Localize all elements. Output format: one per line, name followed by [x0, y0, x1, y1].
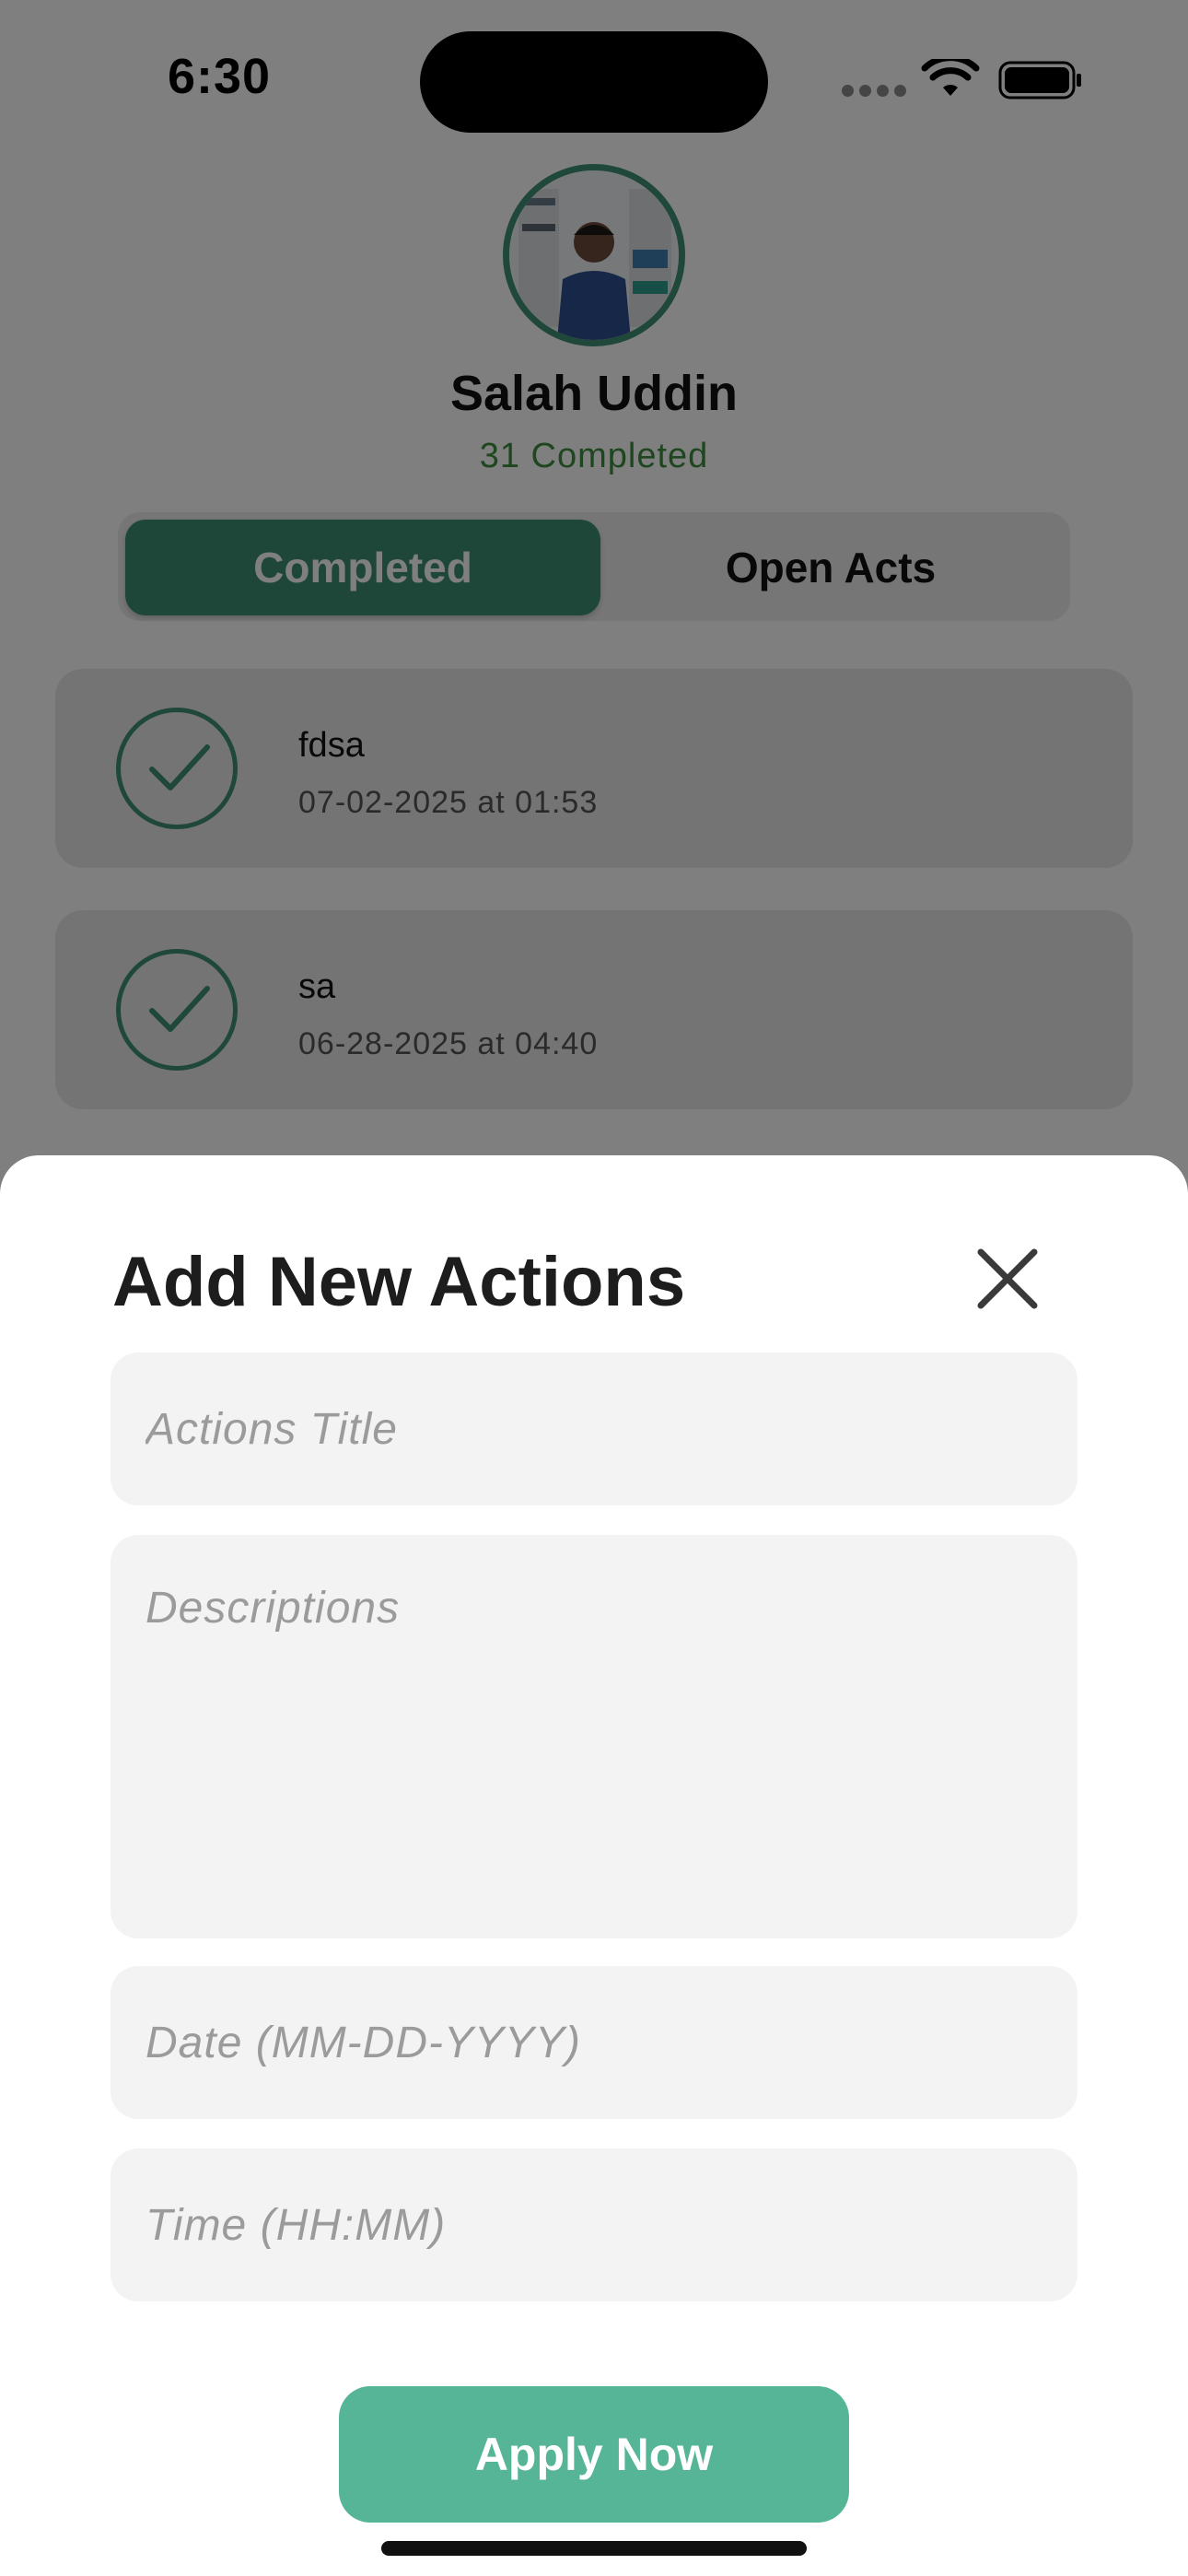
action-title-input[interactable]: [111, 1352, 1077, 1505]
close-icon: [977, 1248, 1038, 1309]
description-input[interactable]: [111, 1535, 1077, 1938]
home-indicator: [381, 2541, 807, 2556]
close-button[interactable]: [969, 1240, 1046, 1317]
app-screen: 6:30 Salah Uddin 31 Completed Completed: [0, 0, 1188, 2576]
date-input[interactable]: [111, 1966, 1077, 2119]
sheet-title: Add New Actions: [112, 1243, 686, 1321]
apply-now-button[interactable]: Apply Now: [339, 2386, 849, 2523]
time-input[interactable]: [111, 2149, 1077, 2301]
add-action-sheet: Add New Actions Apply Now: [0, 1155, 1188, 2576]
